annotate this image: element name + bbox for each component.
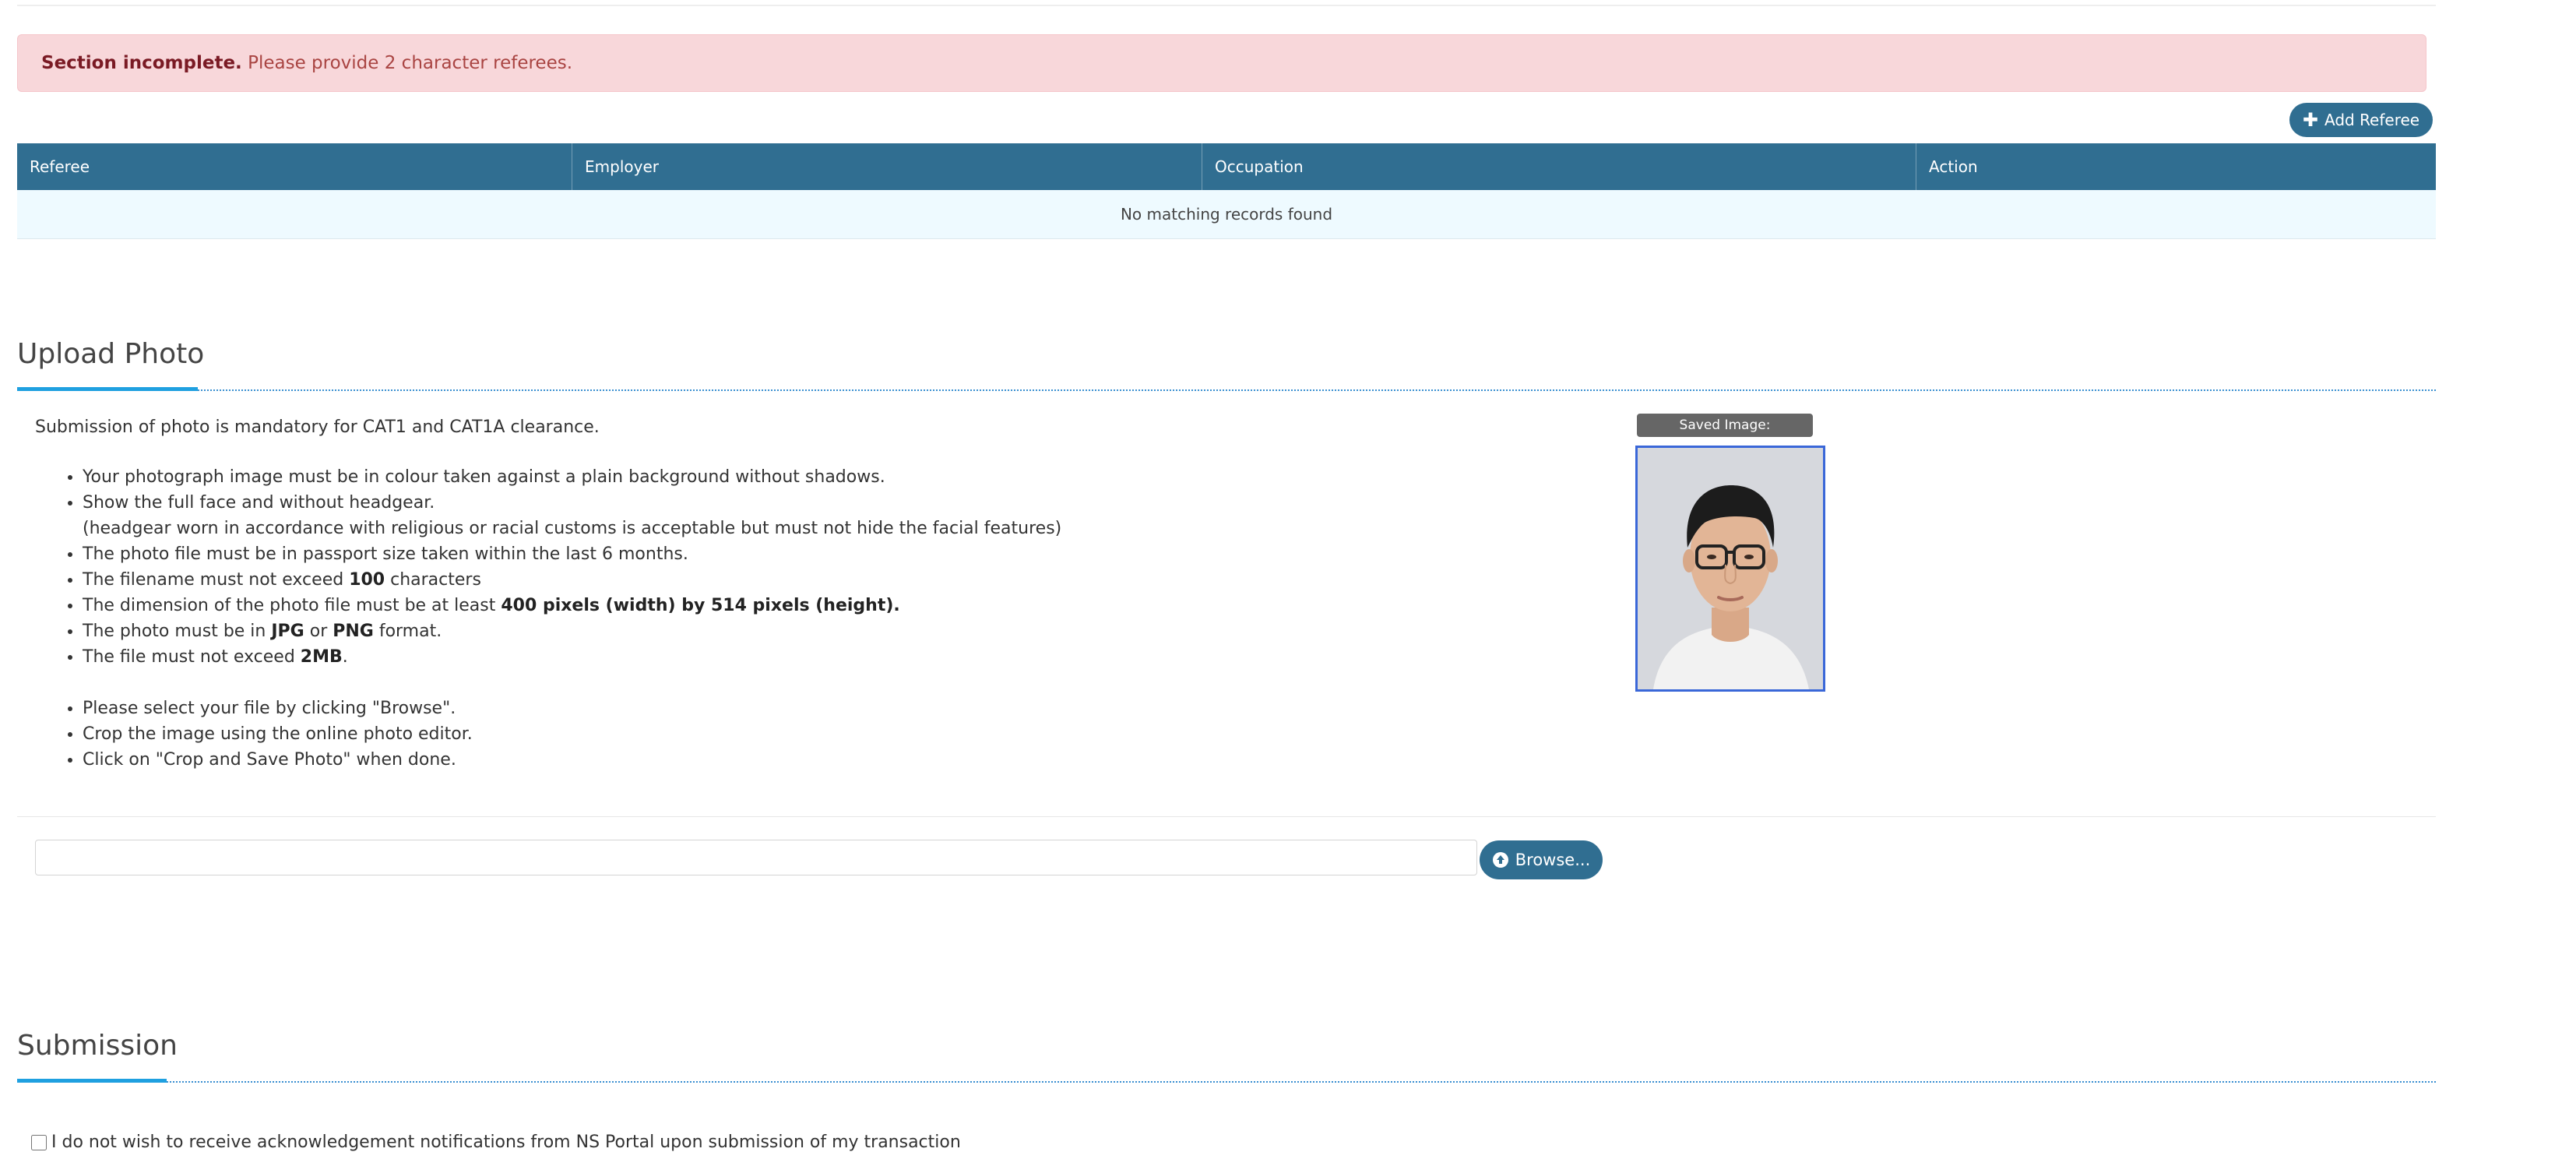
column-header-referee[interactable]: Referee bbox=[17, 143, 572, 190]
notification-opt-out-label[interactable]: I do not wish to receive acknowledgement… bbox=[51, 1133, 961, 1152]
headgear-note: (headgear worn in accordance with religi… bbox=[83, 519, 1062, 538]
list-item: The filename must not exceed 100 charact… bbox=[83, 567, 1061, 593]
plus-icon: ✚ bbox=[2302, 109, 2318, 131]
saved-image-label: Saved Image: bbox=[1637, 414, 1813, 437]
add-referee-button[interactable]: ✚ Add Referee bbox=[2289, 103, 2433, 137]
empty-table-message: No matching records found bbox=[17, 190, 2436, 239]
photo-file-path-input[interactable] bbox=[35, 840, 1477, 875]
list-item: The photo file must be in passport size … bbox=[83, 541, 1061, 567]
submission-rule bbox=[17, 1081, 2436, 1083]
browse-label: Browse... bbox=[1515, 851, 1591, 869]
list-item: Your photograph image must be in colour … bbox=[83, 464, 1061, 490]
browse-button[interactable]: Browse... bbox=[1480, 840, 1603, 879]
section-incomplete-alert: Section incomplete. Please provide 2 cha… bbox=[17, 34, 2426, 92]
list-item: The file must not exceed 2MB. bbox=[83, 644, 1061, 670]
alert-text: Please provide 2 character referees. bbox=[241, 53, 573, 73]
upload-photo-accent bbox=[17, 387, 198, 391]
alert-strong: Section incomplete. bbox=[41, 53, 242, 73]
top-divider bbox=[17, 5, 2436, 6]
photo-requirements-list: Your photograph image must be in colour … bbox=[47, 464, 1061, 670]
table-row: No matching records found bbox=[17, 190, 2436, 239]
saved-photo bbox=[1635, 446, 1825, 692]
add-referee-label: Add Referee bbox=[2324, 111, 2420, 129]
submission-accent bbox=[17, 1079, 167, 1083]
list-item: The photo must be in JPG or PNG format. bbox=[83, 618, 1061, 644]
upload-photo-rule bbox=[17, 389, 2436, 391]
upload-circle-icon bbox=[1492, 852, 1508, 868]
list-item: Crop the image using the online photo ed… bbox=[83, 721, 473, 747]
upload-photo-title: Upload Photo bbox=[17, 338, 205, 370]
notification-opt-out-checkbox[interactable] bbox=[31, 1135, 47, 1150]
notification-opt-out: I do not wish to receive acknowledgement… bbox=[31, 1133, 961, 1152]
table-header-row: Referee Employer Occupation Action bbox=[17, 143, 2436, 190]
referees-table: Referee Employer Occupation Action No ma… bbox=[17, 143, 2436, 239]
upload-divider bbox=[17, 816, 2436, 817]
list-item: Click on "Crop and Save Photo" when done… bbox=[83, 747, 473, 773]
photo-intro: Submission of photo is mandatory for CAT… bbox=[35, 417, 600, 437]
submission-title: Submission bbox=[17, 1030, 178, 1062]
column-header-employer[interactable]: Employer bbox=[572, 143, 1202, 190]
column-header-occupation[interactable]: Occupation bbox=[1202, 143, 1916, 190]
column-header-action[interactable]: Action bbox=[1916, 143, 2436, 190]
list-item: Please select your file by clicking "Bro… bbox=[83, 696, 473, 721]
list-item: Show the full face and without headgear.… bbox=[83, 490, 1061, 541]
list-item: The dimension of the photo file must be … bbox=[83, 593, 1061, 618]
portrait-image bbox=[1638, 448, 1823, 689]
photo-instructions-list: Please select your file by clicking "Bro… bbox=[47, 696, 473, 773]
